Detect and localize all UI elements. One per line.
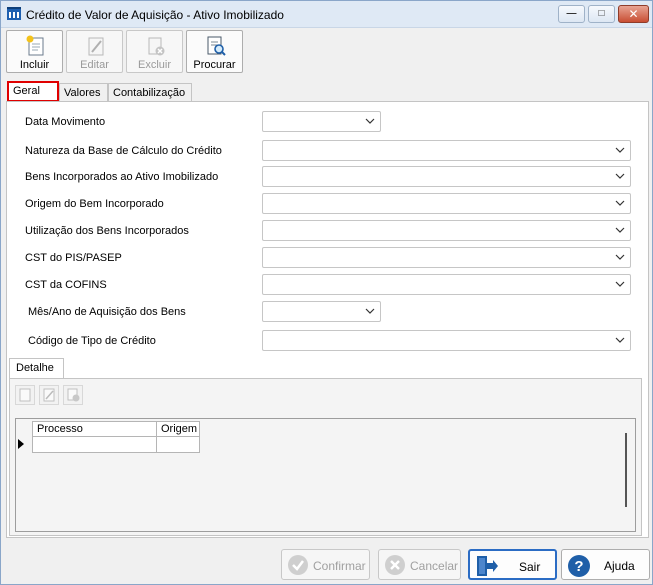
detalhe-panel: Processo Origem (9, 378, 642, 536)
detalhe-grid[interactable]: Processo Origem (15, 418, 636, 532)
check-icon (288, 555, 308, 575)
cst-pis-combo[interactable] (262, 247, 631, 268)
sair-button[interactable]: Sair (468, 549, 557, 580)
chevron-down-icon (365, 308, 375, 314)
column-header-processo-label: Processo (37, 423, 83, 435)
ajuda-label: Ajuda (604, 559, 635, 573)
column-header-origem-label: Origem (161, 423, 198, 435)
procurar-button[interactable]: Procurar (186, 30, 243, 73)
table-cell-origem[interactable] (156, 437, 200, 453)
excluir-label: Excluir (137, 59, 171, 71)
codigo-tipo-credito-label: Código de Tipo de Crédito (28, 335, 156, 347)
tab-contabilizacao[interactable]: Contabilização (108, 83, 192, 102)
maximize-button[interactable]: □ (588, 5, 615, 23)
cancel-icon (385, 555, 405, 575)
detalhe-delete-button[interactable] (63, 385, 83, 405)
tab-valores[interactable]: Valores (59, 83, 108, 102)
tab-geral-label: Geral (13, 85, 40, 97)
new-document-icon (26, 35, 44, 56)
chevron-down-icon (615, 173, 625, 179)
chevron-down-icon (615, 337, 625, 343)
table-cell-processo[interactable] (32, 437, 157, 453)
utilizacao-bens-combo[interactable] (262, 220, 631, 241)
help-icon: ? (568, 555, 590, 577)
tab-geral[interactable]: Geral (7, 81, 59, 102)
tab-detalhe-label: Detalhe (16, 362, 54, 374)
chevron-down-icon (615, 281, 625, 287)
chevron-down-icon (615, 147, 625, 153)
delete-icon (67, 388, 80, 402)
delete-icon (148, 37, 165, 56)
tab-valores-label: Valores (64, 87, 101, 99)
codigo-tipo-credito-combo[interactable] (262, 330, 631, 351)
tab-contabilizacao-label: Contabilização (113, 87, 186, 99)
procurar-label: Procurar (193, 59, 236, 71)
editar-button[interactable]: Editar (66, 30, 123, 73)
origem-bem-label: Origem do Bem Incorporado (25, 198, 164, 210)
edit-icon (43, 388, 55, 402)
close-icon: ✕ (628, 7, 639, 21)
tab-detalhe[interactable]: Detalhe (9, 358, 64, 379)
column-header-origem[interactable]: Origem (156, 421, 200, 437)
natureza-base-combo[interactable] (262, 140, 631, 161)
natureza-base-label: Natureza da Base de Cálculo do Crédito (25, 145, 222, 157)
main-window: Crédito de Valor de Aquisição - Ativo Im… (0, 0, 653, 585)
edit-icon (88, 37, 104, 56)
detalhe-toolbar (13, 384, 638, 406)
sair-label: Sair (519, 560, 541, 574)
mes-ano-aquisicao-label: Mês/Ano de Aquisição dos Bens (28, 306, 186, 318)
tab-strip: Geral Valores Contabilização (6, 81, 649, 102)
cst-pis-label: CST do PIS/PASEP (25, 252, 122, 264)
exit-door-icon (477, 556, 498, 576)
window-title: Crédito de Valor de Aquisição - Ativo Im… (26, 8, 284, 22)
bens-incorporados-combo[interactable] (262, 166, 631, 187)
app-icon (7, 7, 21, 20)
column-header-processo[interactable]: Processo (32, 421, 157, 437)
ajuda-button[interactable]: ? Ajuda (561, 549, 650, 580)
utilizacao-bens-label: Utilização dos Bens Incorporados (25, 225, 189, 237)
bens-incorporados-label: Bens Incorporados ao Ativo Imobilizado (25, 171, 219, 183)
data-movimento-combo[interactable] (262, 111, 381, 132)
chevron-down-icon (365, 118, 375, 124)
confirmar-label: Confirmar (313, 559, 366, 573)
data-movimento-label: Data Movimento (25, 116, 106, 128)
detalhe-edit-button[interactable] (39, 385, 59, 405)
grid-scrollbar[interactable] (625, 433, 627, 507)
detalhe-add-button[interactable] (15, 385, 35, 405)
toolbar: Incluir Editar Excluir Procurar (1, 29, 652, 75)
current-row-indicator-icon (18, 439, 24, 449)
chevron-down-icon (615, 200, 625, 206)
cst-cofins-combo[interactable] (262, 274, 631, 295)
search-document-icon (207, 36, 226, 56)
chevron-down-icon (615, 227, 625, 233)
minimize-button[interactable]: — (558, 5, 585, 23)
chevron-down-icon (615, 254, 625, 260)
cancelar-label: Cancelar (410, 559, 459, 573)
incluir-button[interactable]: Incluir (6, 30, 63, 73)
svg-text:?: ? (574, 558, 583, 575)
cancelar-button[interactable]: Cancelar (378, 549, 461, 580)
minimize-icon: — (566, 8, 577, 19)
editar-label: Editar (80, 59, 109, 71)
mes-ano-aquisicao-combo[interactable] (262, 301, 381, 322)
confirmar-button[interactable]: Confirmar (281, 549, 370, 580)
new-document-icon (19, 388, 31, 402)
cst-cofins-label: CST da COFINS (25, 279, 107, 291)
incluir-label: Incluir (19, 59, 50, 71)
title-bar: Crédito de Valor de Aquisição - Ativo Im… (1, 1, 652, 28)
maximize-icon: □ (598, 8, 605, 19)
excluir-button[interactable]: Excluir (126, 30, 183, 73)
close-button[interactable]: ✕ (618, 5, 649, 23)
origem-bem-combo[interactable] (262, 193, 631, 214)
